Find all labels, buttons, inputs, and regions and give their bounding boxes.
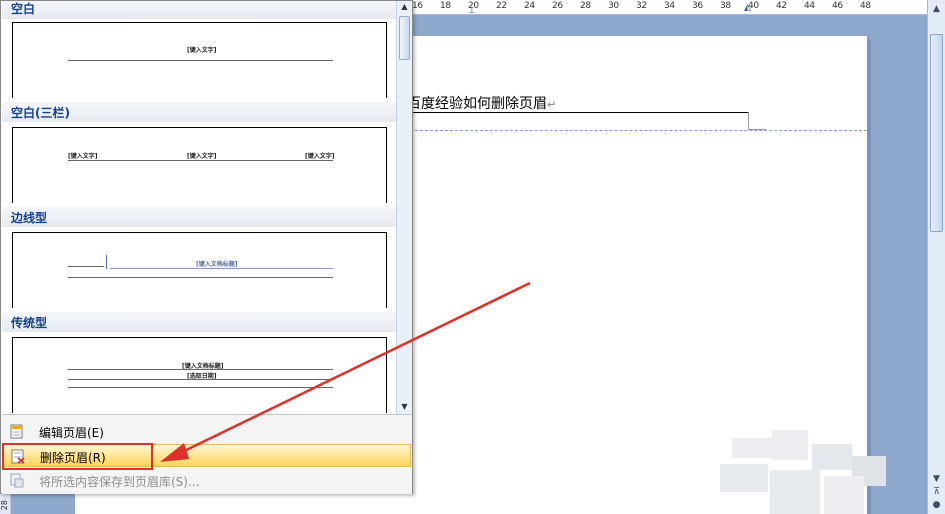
header-gallery: 空白 [键入文字] 空白(三栏) [键入文字] [键入文字] [键入文字] 边线… <box>2 1 396 414</box>
gallery-item-blank[interactable]: [键入文字] <box>12 22 387 98</box>
gallery-scrollbar-thumb[interactable] <box>399 16 410 60</box>
edit-header-icon <box>10 424 23 439</box>
scroll-up-icon[interactable]: ▲ <box>929 1 944 16</box>
ruler-tick: 48 <box>860 1 871 11</box>
vertical-ruler-label: 28 <box>0 499 9 510</box>
side-bar <box>106 255 107 269</box>
header-rule <box>110 268 333 269</box>
placeholder-text: [键入文字] <box>187 153 217 160</box>
header-rule <box>68 387 333 388</box>
header-margin-corner <box>748 112 766 130</box>
section-title-blank: 空白 <box>11 2 36 16</box>
gallery-item-traditional[interactable]: [键入文档标题] [选取日期] <box>12 337 387 413</box>
ruler-tick: 34 <box>664 1 675 11</box>
section-title-traditional: 传统型 <box>11 316 48 330</box>
header-rule <box>68 277 333 278</box>
select-browse-object-icon[interactable]: ● <box>929 497 944 512</box>
placeholder-text: [键入文字] <box>305 153 335 160</box>
scrollbar-thumb[interactable] <box>930 34 943 232</box>
header-content[interactable]: 百度经验如何删除页眉↵ <box>407 93 556 113</box>
header-boundary-dashed-line <box>400 130 867 131</box>
section-header-bg <box>2 1 396 19</box>
side-rule <box>68 266 104 267</box>
menu-item-save-to-gallery[interactable]: 将所选内容保存到页眉库(S)... <box>3 469 411 492</box>
section-title-blank-three-column: 空白(三栏) <box>11 106 70 120</box>
ruler-tick: 16 <box>412 1 423 11</box>
ruler-tick: 38 <box>720 1 731 11</box>
gallery-item-blank-three-column[interactable]: [键入文字] [键入文字] [键入文字] <box>12 127 387 203</box>
ruler-tick: 22 <box>496 1 507 11</box>
header-rule <box>68 379 333 380</box>
header-rule <box>68 60 333 61</box>
ruler-tick: 26 <box>552 1 563 11</box>
gallery-scroll-up-icon[interactable]: ▲ <box>397 2 412 11</box>
ruler-tick: 24 <box>524 1 535 11</box>
gallery-scroll-down-icon[interactable]: ▼ <box>397 402 412 411</box>
header-border-line <box>400 112 748 113</box>
horizontal-ruler[interactable]: 16 18 20 22 24 26 28 30 32 34 36 38 40 4… <box>410 0 927 16</box>
menu-item-edit-header[interactable]: 编辑页眉(E) <box>3 420 411 443</box>
ruler-tick: 46 <box>832 1 843 11</box>
ruler-tick: 28 <box>580 1 591 11</box>
section-header-bg <box>2 312 396 332</box>
gallery-scrollbar[interactable]: ▲ ▼ <box>396 1 412 414</box>
header-gallery-dropdown: 空白 [键入文字] 空白(三栏) [键入文字] [键入文字] [键入文字] 边线… <box>0 0 413 494</box>
save-to-gallery-icon <box>10 473 24 488</box>
section-header-bg <box>2 207 396 227</box>
menu-item-label: 编辑页眉(E) <box>39 426 104 440</box>
document-vertical-scrollbar[interactable]: ▲ ▼ ⊼ ● <box>927 0 945 514</box>
ruler-tick: 44 <box>804 1 815 11</box>
ruler-tick: 36 <box>692 1 703 11</box>
paragraph-mark-icon: ↵ <box>547 98 557 111</box>
ruler-tick: 30 <box>608 1 619 11</box>
header-text-value: 百度经验如何删除页眉 <box>407 96 547 112</box>
pixelated-watermark <box>712 430 889 514</box>
ruler-tick: 42 <box>776 1 787 11</box>
placeholder-text: [键入文字] <box>187 47 217 54</box>
header-rule <box>68 369 333 370</box>
header-rule <box>68 160 333 161</box>
tab-stop-icon[interactable]: ⊥ <box>468 6 476 16</box>
section-title-sideline: 边线型 <box>11 211 48 225</box>
highlight-box <box>2 443 153 470</box>
ruler-tick: 18 <box>440 1 451 11</box>
placeholder-text: [键入文字] <box>68 153 98 160</box>
placeholder-text: [键入文档标题] <box>196 261 238 268</box>
menu-item-label: 将所选内容保存到页眉库(S)... <box>39 475 200 489</box>
right-indent-icon[interactable]: ◭ <box>744 3 751 13</box>
ruler-tick: 32 <box>636 1 647 11</box>
gallery-item-sideline[interactable]: [键入文档标题] <box>12 232 387 308</box>
